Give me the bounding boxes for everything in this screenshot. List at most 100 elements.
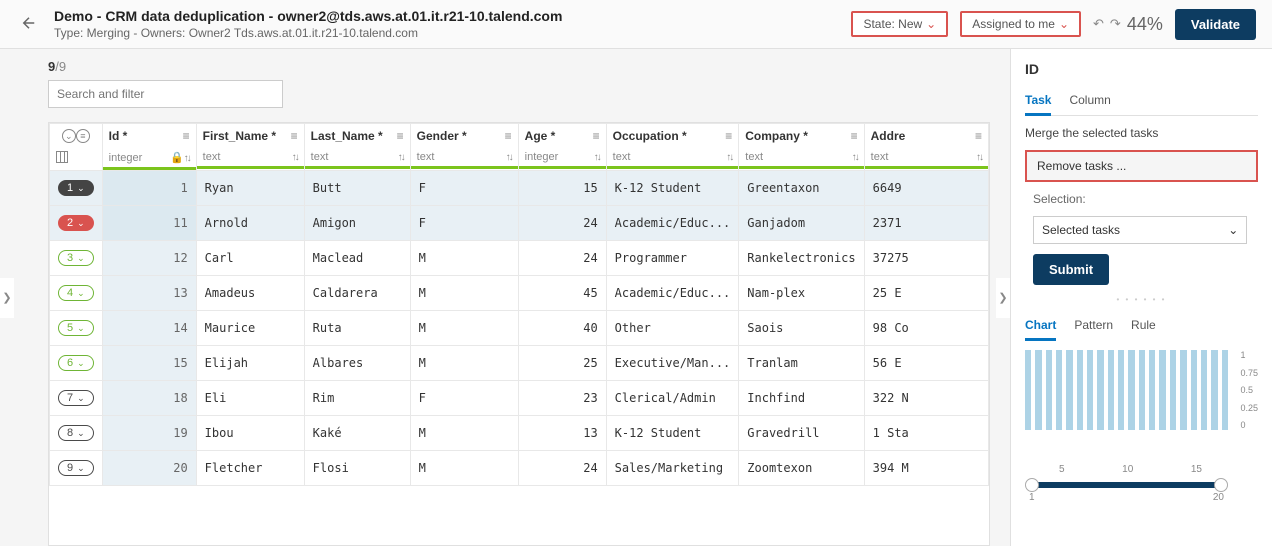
cell-gender: M	[410, 416, 518, 451]
column-header-7[interactable]: Company *≡text↑↓	[739, 124, 864, 171]
remove-tasks-button[interactable]: Remove tasks ...	[1025, 150, 1258, 182]
slider-tick: 10	[1122, 464, 1133, 475]
group-pill[interactable]: 1 ⌄	[58, 180, 94, 196]
grid-icon[interactable]	[56, 151, 68, 163]
group-pill[interactable]: 2 ⌄	[58, 215, 94, 231]
column-menu-icon[interactable]: ≡	[183, 129, 190, 143]
cell-age: 40	[518, 311, 606, 346]
sort-icon[interactable]: ↑↓	[506, 152, 512, 163]
chart-bar	[1118, 350, 1124, 430]
drag-handle[interactable]: • • • • • •	[1025, 295, 1258, 304]
column-menu-icon[interactable]: ≡	[975, 129, 982, 143]
chart-bar	[1108, 350, 1114, 430]
column-menu-icon[interactable]: ≡	[851, 129, 858, 143]
state-dropdown[interactable]: State: New⌄	[851, 11, 948, 37]
table-row[interactable]: 4 ⌄13AmadeusCaldareraM45Academic/Educ...…	[50, 276, 989, 311]
selection-label: Selection:	[1033, 192, 1258, 206]
column-menu-icon[interactable]: ≡	[505, 129, 512, 143]
cell-address: 37275	[864, 241, 988, 276]
group-pill[interactable]: 7 ⌄	[58, 390, 94, 406]
column-header-5[interactable]: Age *≡integer↑↓	[518, 124, 606, 171]
column-menu-icon[interactable]: ≡	[593, 129, 600, 143]
chart-bar	[1056, 350, 1062, 430]
cell-occupation: Other	[606, 311, 739, 346]
back-icon[interactable]	[16, 10, 42, 39]
expand-left-icon[interactable]: ❯	[0, 278, 14, 318]
group-pill[interactable]: 6 ⌄	[58, 355, 94, 371]
column-header-6[interactable]: Occupation *≡text↑↓	[606, 124, 739, 171]
column-header-0[interactable]: ⌄≡	[50, 124, 103, 171]
cell-address: 1 Sta	[864, 416, 988, 451]
chart-bar	[1191, 350, 1197, 430]
table-row[interactable]: 6 ⌄15ElijahAlbaresM25Executive/Man...Tra…	[50, 346, 989, 381]
sort-icon[interactable]: ↑↓	[976, 152, 982, 163]
cell-last-name: Butt	[304, 171, 410, 206]
cell-gender: M	[410, 451, 518, 486]
table-row[interactable]: 9 ⌄20FletcherFlosiM24Sales/MarketingZoom…	[50, 451, 989, 486]
cell-last-name: Kaké	[304, 416, 410, 451]
search-input[interactable]	[48, 80, 283, 108]
group-pill[interactable]: 4 ⌄	[58, 285, 94, 301]
column-menu-icon[interactable]: ≡	[291, 129, 298, 143]
cell-occupation: Executive/Man...	[606, 346, 739, 381]
group-pill[interactable]: 8 ⌄	[58, 425, 94, 441]
y-axis-label: 0	[1240, 420, 1258, 430]
validate-button[interactable]: Validate	[1175, 9, 1256, 40]
range-slider[interactable]: 51015 120	[1025, 464, 1228, 504]
sort-icon[interactable]: ↑↓	[292, 152, 298, 163]
cell-first-name: Carl	[196, 241, 304, 276]
select-all-icon[interactable]: ⌄	[62, 129, 76, 143]
y-axis-label: 1	[1240, 350, 1258, 360]
cell-id: 19	[102, 416, 196, 451]
sort-icon[interactable]: ↑↓	[594, 152, 600, 163]
column-header-4[interactable]: Gender *≡text↑↓	[410, 124, 518, 171]
column-header-8[interactable]: Addre≡text↑↓	[864, 124, 988, 171]
chart-bar	[1201, 350, 1207, 430]
cell-first-name: Elijah	[196, 346, 304, 381]
progress-percent: 44%	[1127, 14, 1163, 35]
sort-icon[interactable]: ↑↓	[852, 152, 858, 163]
cell-last-name: Flosi	[304, 451, 410, 486]
chart-bar	[1066, 350, 1072, 430]
table-row[interactable]: 7 ⌄18EliRimF23Clerical/AdminInchfind322 …	[50, 381, 989, 416]
sort-icon[interactable]: ↑↓	[726, 152, 732, 163]
table-row[interactable]: 3 ⌄12CarlMacleadM24ProgrammerRankelectro…	[50, 241, 989, 276]
sort-icon[interactable]: ↑↓	[398, 152, 404, 163]
tab-chart[interactable]: Chart	[1025, 314, 1056, 341]
column-header-2[interactable]: First_Name *≡text↑↓	[196, 124, 304, 171]
column-header-1[interactable]: Id *≡integer🔒↑↓	[102, 124, 196, 171]
sort-icon[interactable]: ↑↓	[184, 153, 190, 164]
assigned-dropdown[interactable]: Assigned to me⌄	[960, 11, 1081, 37]
group-pill[interactable]: 9 ⌄	[58, 460, 94, 476]
column-menu-icon[interactable]: ≡	[76, 129, 90, 143]
undo-icon[interactable]: ↶	[1093, 16, 1104, 32]
chart-bar	[1046, 350, 1052, 430]
table-row[interactable]: 8 ⌄19IbouKakéM13K-12 StudentGravedrill1 …	[50, 416, 989, 451]
cell-gender: F	[410, 381, 518, 416]
cell-last-name: Rim	[304, 381, 410, 416]
table-row[interactable]: 1 ⌄1RyanButtF15K-12 StudentGreentaxon664…	[50, 171, 989, 206]
column-menu-icon[interactable]: ≡	[725, 129, 732, 143]
cell-gender: M	[410, 311, 518, 346]
expand-right-icon[interactable]: ❯	[996, 278, 1010, 318]
tab-pattern[interactable]: Pattern	[1074, 314, 1113, 340]
table-row[interactable]: 5 ⌄14MauriceRutaM40OtherSaois98 Co	[50, 311, 989, 346]
redo-icon[interactable]: ↷	[1110, 16, 1121, 32]
tab-task[interactable]: Task	[1025, 89, 1051, 116]
group-pill[interactable]: 5 ⌄	[58, 320, 94, 336]
cell-id: 11	[102, 206, 196, 241]
column-menu-icon[interactable]: ≡	[397, 129, 404, 143]
cell-address: 98 Co	[864, 311, 988, 346]
submit-button[interactable]: Submit	[1033, 254, 1109, 285]
cell-company: Zoomtexon	[739, 451, 864, 486]
selection-dropdown[interactable]: Selected tasks⌄	[1033, 216, 1247, 244]
group-pill[interactable]: 3 ⌄	[58, 250, 94, 266]
cell-age: 24	[518, 451, 606, 486]
table-row[interactable]: 2 ⌄11ArnoldAmigonF24Academic/Educ...Ganj…	[50, 206, 989, 241]
cell-first-name: Fletcher	[196, 451, 304, 486]
cell-gender: F	[410, 206, 518, 241]
tab-column[interactable]: Column	[1069, 89, 1110, 115]
tab-rule[interactable]: Rule	[1131, 314, 1156, 340]
cell-id: 14	[102, 311, 196, 346]
column-header-3[interactable]: Last_Name *≡text↑↓	[304, 124, 410, 171]
